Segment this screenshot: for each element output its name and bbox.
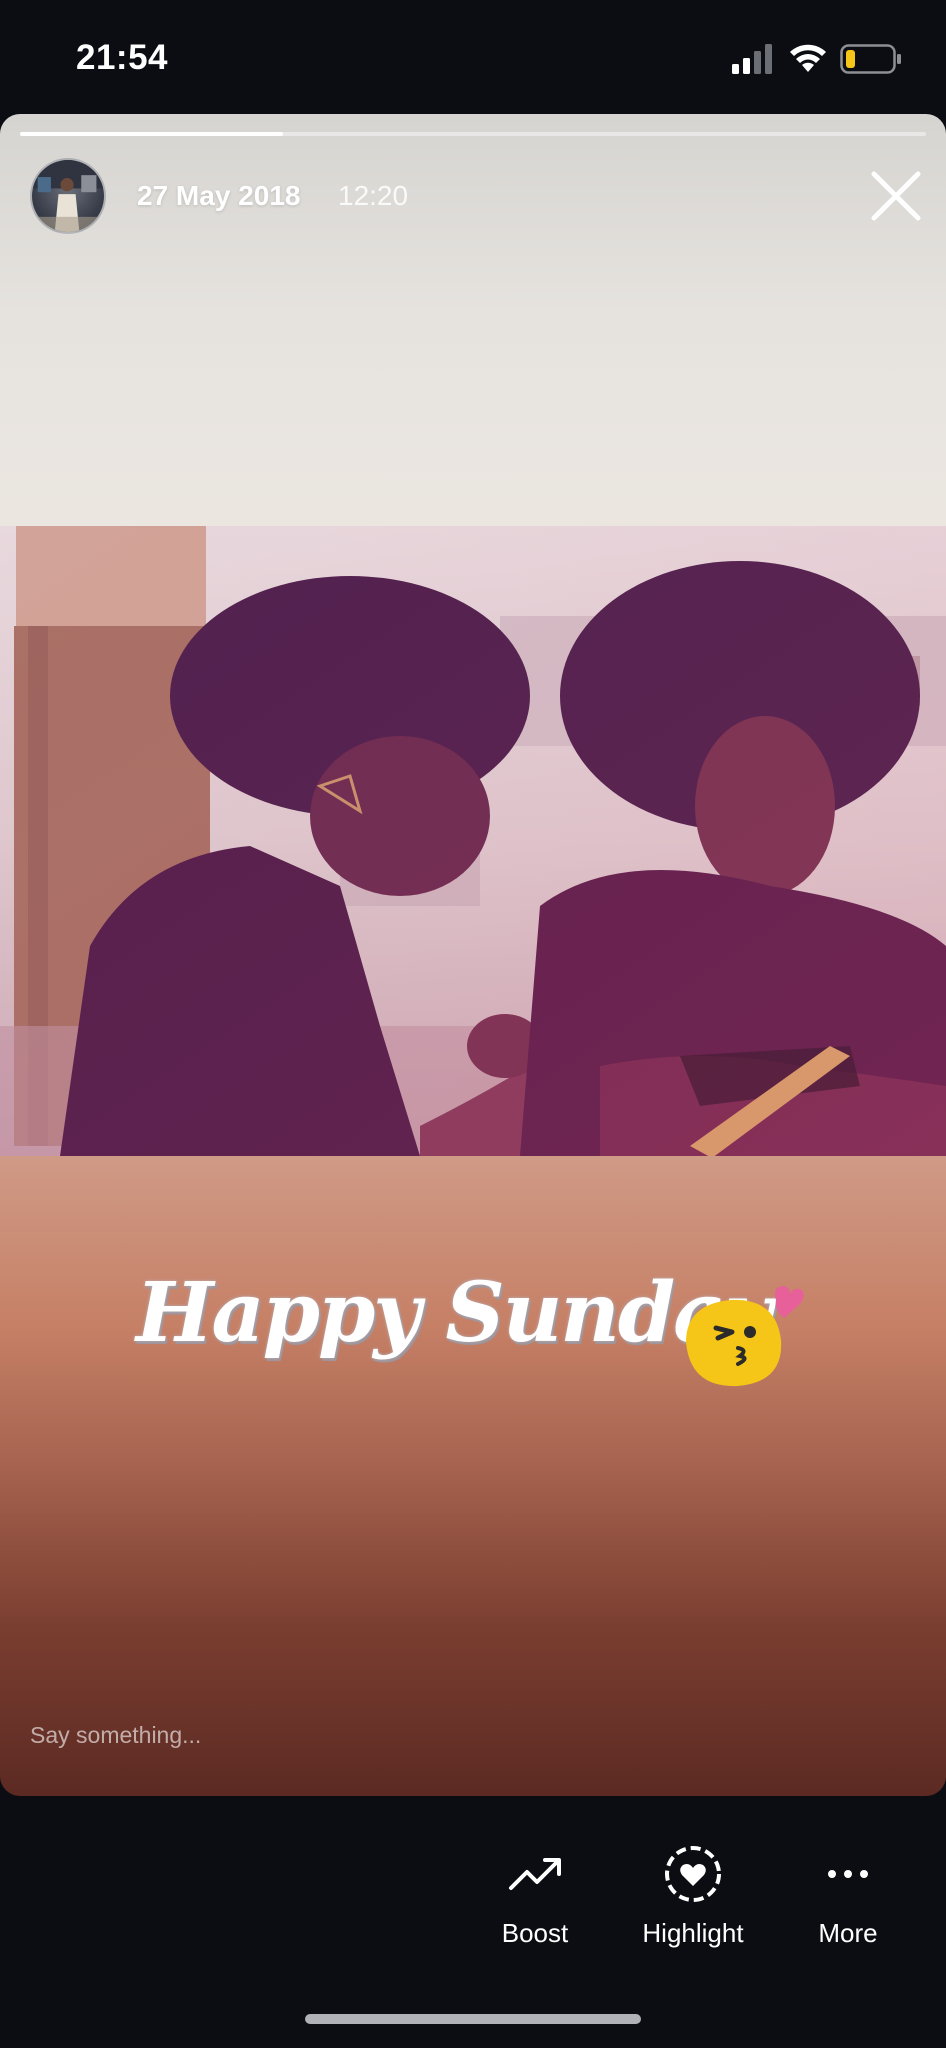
more-dots-icon bbox=[828, 1870, 868, 1878]
happy-sunday-sticker[interactable]: Happy Sunday bbox=[136, 1265, 772, 1385]
home-indicator[interactable] bbox=[305, 2014, 641, 2024]
kissing-face-emoji[interactable] bbox=[676, 1282, 806, 1394]
story-time: 12:20 bbox=[338, 180, 409, 211]
highlight-heart-icon bbox=[665, 1846, 721, 1902]
more-label: More bbox=[818, 1918, 878, 1948]
story-photo bbox=[0, 526, 946, 1156]
story-progress-bar bbox=[20, 132, 926, 136]
wifi-icon bbox=[790, 44, 826, 72]
status-bar: 21:54 bbox=[0, 0, 946, 112]
close-icon[interactable] bbox=[868, 168, 924, 224]
avatar[interactable] bbox=[30, 158, 106, 234]
highlight-button[interactable]: Highlight bbox=[620, 1842, 766, 1962]
battery-low-icon bbox=[840, 44, 901, 74]
trending-up-icon bbox=[509, 1858, 561, 1890]
comment-input[interactable]: Say something... bbox=[30, 1722, 201, 1749]
highlight-label: Highlight bbox=[642, 1918, 744, 1948]
more-button[interactable]: More bbox=[800, 1842, 896, 1962]
story-progress-fill bbox=[20, 132, 283, 136]
boost-label: Boost bbox=[501, 1918, 569, 1948]
story-date: 27 May 2018 bbox=[137, 180, 301, 211]
boost-button[interactable]: Boost bbox=[480, 1842, 590, 1962]
status-time: 21:54 bbox=[76, 38, 169, 77]
cellular-signal-icon bbox=[732, 44, 772, 74]
